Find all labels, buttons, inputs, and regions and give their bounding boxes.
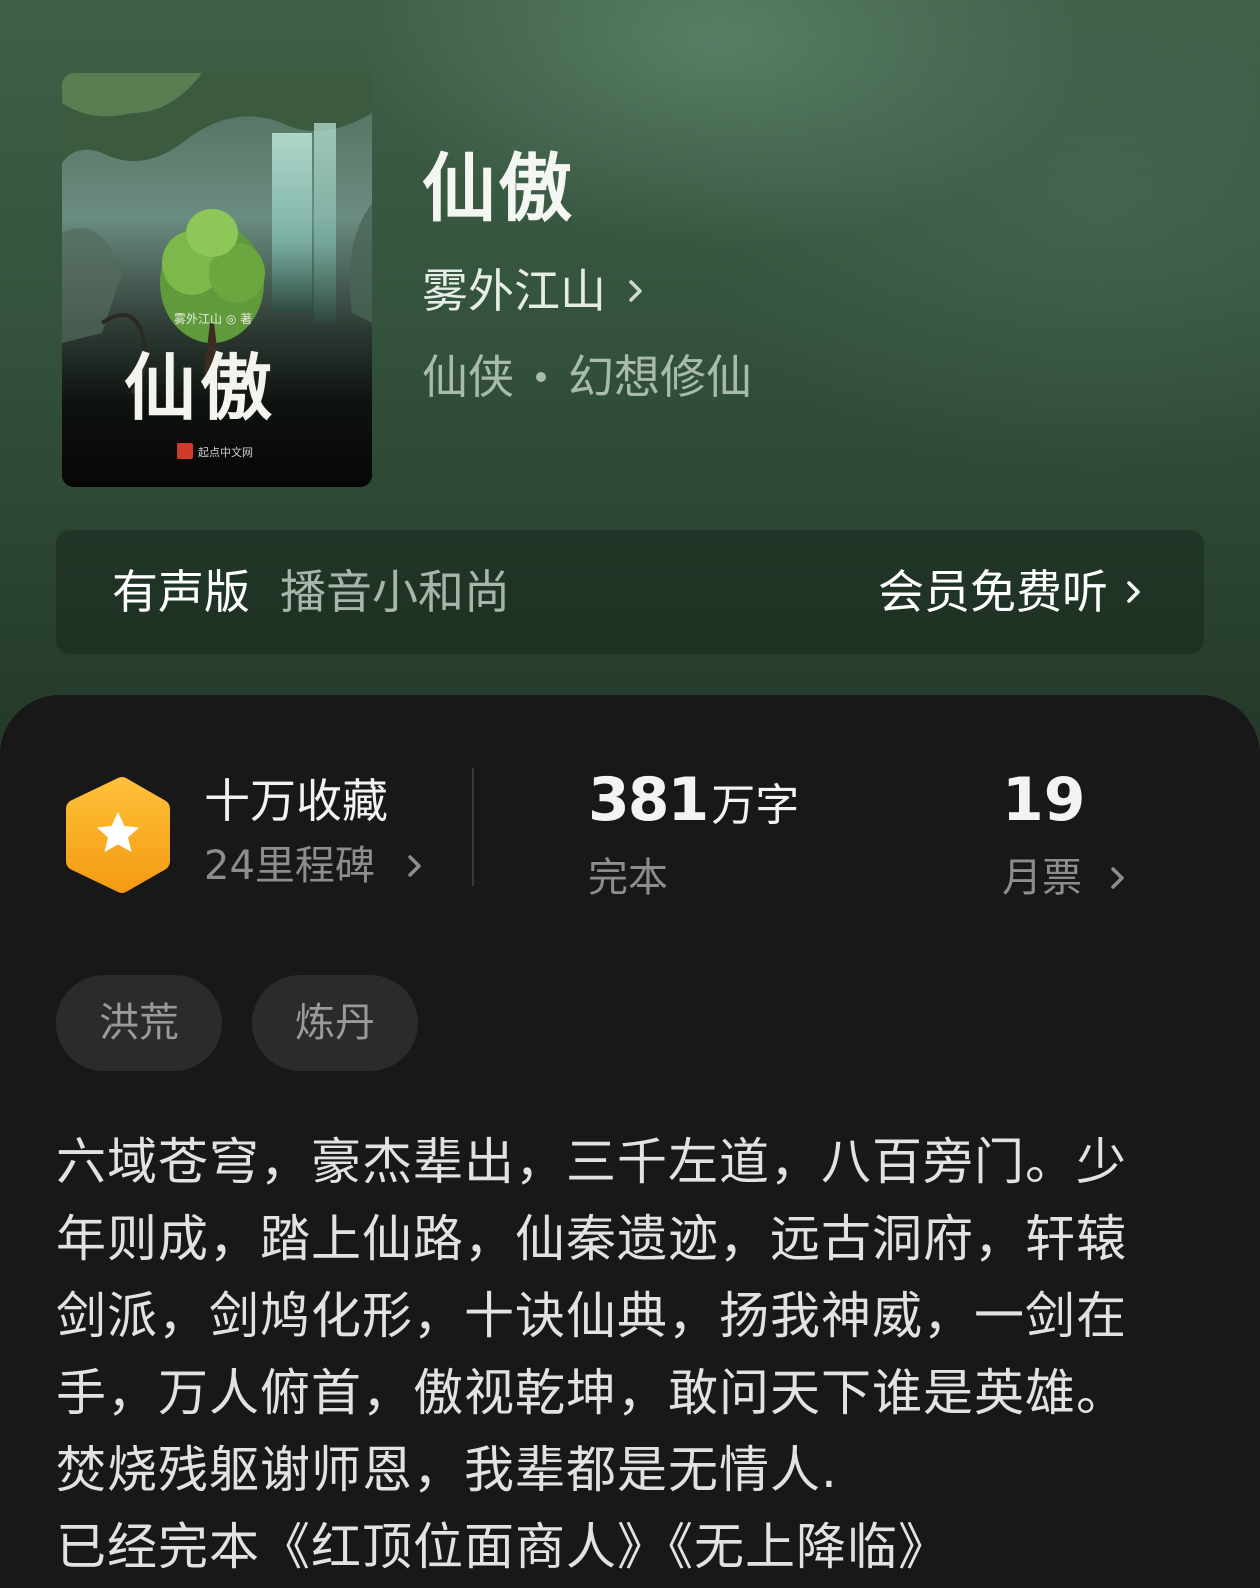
monthly-votes-label: 月票 bbox=[1002, 855, 1082, 901]
svg-text:雾外江山 ◎ 著: 雾外江山 ◎ 著 bbox=[174, 312, 252, 326]
monthly-votes-link[interactable]: 月票 bbox=[1002, 858, 1128, 898]
book-cover[interactable]: 雾外江山 ◎ 著 仙傲 起点中文网 bbox=[62, 73, 372, 487]
milestones-link[interactable]: 24里程碑 bbox=[204, 846, 425, 886]
stats-divider bbox=[472, 768, 474, 886]
monthly-votes-count: 19 bbox=[1002, 765, 1086, 835]
chevron-right-icon bbox=[629, 280, 642, 302]
star-badge-icon bbox=[66, 777, 170, 893]
separator-dot bbox=[536, 372, 546, 382]
chevron-right-icon bbox=[408, 855, 421, 877]
member-free-listen-button[interactable]: 会员免费听 bbox=[878, 569, 1146, 615]
member-free-listen-label: 会员免费听 bbox=[878, 565, 1108, 619]
word-count: 381 万字 bbox=[588, 770, 799, 830]
book-title: 仙傲 bbox=[422, 146, 574, 232]
author-link[interactable]: 雾外江山 bbox=[422, 268, 648, 314]
cover-title: 仙傲 bbox=[124, 345, 276, 430]
completion-status: 完本 bbox=[588, 855, 668, 901]
author-name: 雾外江山 bbox=[422, 264, 606, 318]
milestones-label: 24里程碑 bbox=[204, 843, 375, 889]
audiobook-bar[interactable]: 有声版 播音小和尚 会员免费听 bbox=[56, 530, 1204, 654]
genre-subcategory: 幻想修仙 bbox=[568, 350, 752, 404]
publisher-logo-icon bbox=[177, 443, 193, 459]
favorites-count: 十万收藏 bbox=[204, 774, 388, 828]
tag-chip[interactable]: 洪荒 bbox=[56, 975, 222, 1071]
cover-author-text: 雾外江山 ◎ 著 bbox=[174, 312, 252, 326]
cover-publisher: 起点中文网 bbox=[198, 445, 253, 459]
book-genre: 仙侠 幻想修仙 bbox=[422, 354, 752, 400]
audiobook-label: 有声版 bbox=[112, 565, 250, 619]
word-count-number: 381 bbox=[588, 765, 709, 835]
cover-artwork: 雾外江山 ◎ 著 仙傲 起点中文网 bbox=[62, 73, 372, 487]
chevron-right-icon bbox=[1127, 581, 1140, 603]
word-count-unit: 万字 bbox=[711, 780, 800, 831]
chevron-right-icon bbox=[1111, 867, 1124, 889]
book-description: 六域苍穹，豪杰辈出，三千左道，八百旁门。少 年则成，踏上仙路，仙秦遗迹，远古洞府… bbox=[56, 1133, 1127, 1576]
book-header: 雾外江山 ◎ 著 仙傲 起点中文网 仙傲 雾外江山 仙侠 幻想修仙 有声版 播音… bbox=[0, 0, 1260, 760]
tag-chip[interactable]: 炼丹 bbox=[252, 975, 418, 1071]
audiobook-narrator: 播音小和尚 bbox=[280, 565, 510, 619]
genre-category: 仙侠 bbox=[422, 350, 514, 404]
